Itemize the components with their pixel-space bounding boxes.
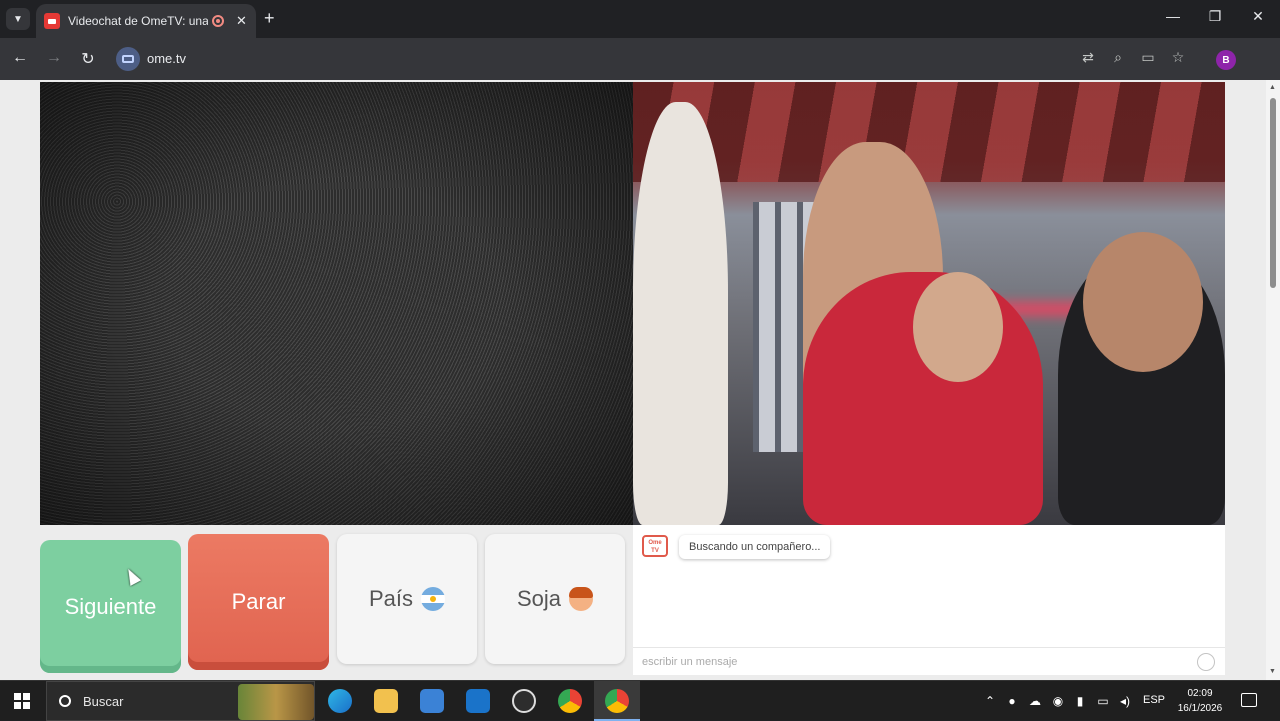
next-button-label: Siguiente [64,593,157,619]
tab-search-button[interactable]: ▼ [6,8,30,30]
remote-video [633,82,1225,525]
ometv-logo-icon: Ome TV [642,535,668,557]
camera-in-use-icon [122,55,134,63]
search-highlight-image [238,684,314,720]
new-tab-button[interactable]: + [264,8,275,29]
maximize-button[interactable]: ❐ [1205,8,1225,25]
obs-app-icon[interactable] [512,689,536,713]
back-button[interactable]: ← [10,49,30,67]
reload-button[interactable]: ↻ [78,49,98,69]
search-icon [59,695,71,707]
clock-time: 02:09 [1187,688,1213,699]
local-video-static [40,82,633,525]
taskbar-search[interactable]: Buscar [46,681,315,721]
recording-indicator-icon [212,15,224,27]
chat-message-input[interactable]: escribir un mensaje [633,647,1225,675]
scroll-up-icon[interactable]: ▲ [1269,84,1276,91]
page-scrollbar[interactable]: ▲ ▼ [1266,80,1280,680]
ometv-page: Siguiente Parar País Soja Ome TV Buscand… [0,80,1280,680]
close-window-button[interactable]: ✕ [1248,8,1268,25]
file-explorer-app-icon[interactable] [374,689,398,713]
clock-date: 16/1/2026 [1177,703,1223,714]
scrollbar-thumb[interactable] [1270,98,1276,288]
chrome-tray-icon[interactable]: ● [1004,694,1020,708]
address-bar[interactable]: ome.tv [147,51,186,66]
minimize-button[interactable]: — [1163,8,1183,24]
microsoft-store-app-icon[interactable] [420,689,444,713]
scroll-down-icon[interactable]: ▼ [1269,668,1276,675]
next-button[interactable]: Siguiente [40,540,181,673]
notifications-icon[interactable] [1241,693,1257,707]
browser-tab-bar: ▼ Videochat de OmeTV: una a ✕ + — ❐ ✕ [0,0,1280,38]
outlook-app-icon[interactable] [466,689,490,713]
cast-icon[interactable]: ▭ [1138,49,1158,66]
chat-panel: Ome TV Buscando un compañero... escribir… [633,525,1225,675]
close-tab-icon[interactable]: ✕ [236,13,247,29]
country-button[interactable]: País [337,534,477,664]
microphone-tray-icon[interactable]: ▮ [1072,694,1088,708]
show-hidden-icons-icon[interactable]: ⌃ [982,694,998,708]
gender-button[interactable]: Soja [485,534,625,664]
chat-status-message: Buscando un compañero... [679,535,831,559]
gender-button-label: Soja [516,586,562,611]
remote-face-right [1083,232,1203,372]
stop-button[interactable]: Parar [188,534,329,670]
country-button-label: País [368,586,414,611]
system-clock[interactable]: 02:09 16/1/2026 [1172,686,1228,716]
cloud-tray-icon[interactable]: ☁ [1027,694,1043,708]
site-info-button[interactable] [116,47,140,71]
forward-button[interactable]: → [44,49,64,67]
browser-toolbar: ← → ↻ ome.tv ⇄ ⌕ ▭ ☆ [0,38,1280,80]
taskbar-search-placeholder: Buscar [83,693,124,709]
network-tray-icon[interactable]: ▭ [1095,694,1111,708]
tab-title: Videochat de OmeTV: una a [68,14,208,28]
volume-tray-icon[interactable]: ◂) [1117,694,1133,708]
edge-app-icon[interactable] [328,689,352,713]
chrome-profile-app-icon[interactable] [605,689,629,713]
keyboard-language[interactable]: ESP [1143,694,1165,706]
boy-emoji-icon [569,587,594,611]
windows-taskbar: Buscar ⌃ ● ☁ ◉ ▮ ▭ ◂) ESP 02:09 16/1/202… [0,680,1280,721]
ometv-favicon-icon [44,13,60,29]
chrome-app-icon[interactable] [558,689,582,713]
remote-face-center [913,272,1003,382]
browser-tab[interactable]: Videochat de OmeTV: una a ✕ [36,4,256,38]
bookmark-star-icon[interactable]: ☆ [1168,49,1188,66]
remote-person-left [633,102,728,525]
translate-icon[interactable]: ⇄ [1078,49,1098,66]
camera-tray-icon[interactable]: ◉ [1050,694,1066,708]
stop-button-label: Parar [231,589,286,614]
emoji-picker-icon[interactable] [1197,653,1215,671]
argentina-flag-icon [421,587,446,611]
windows-start-icon[interactable] [14,693,30,709]
remote-video-ceiling [633,82,1225,182]
profile-avatar[interactable]: B [1216,50,1236,70]
zoom-icon[interactable]: ⌕ [1108,49,1128,66]
